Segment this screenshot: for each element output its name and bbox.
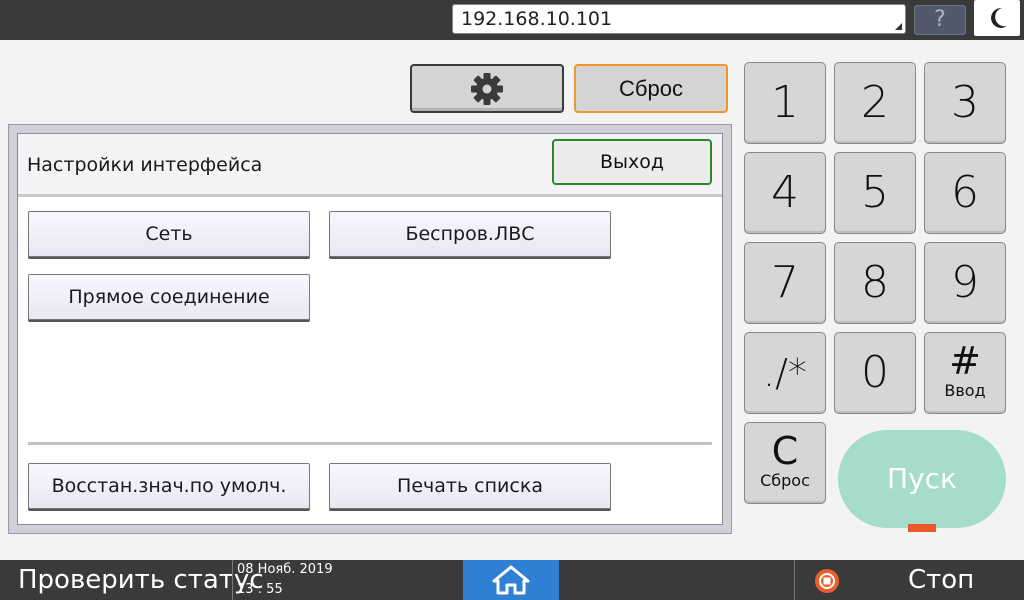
key-9[interactable]: 9 bbox=[924, 242, 1006, 324]
resize-corner-icon bbox=[895, 23, 902, 30]
settings-panel: Настройки интерфейса Выход Сеть Беспров.… bbox=[8, 124, 732, 534]
key-7[interactable]: 7 bbox=[744, 242, 826, 324]
enter-label: Ввод bbox=[944, 381, 986, 400]
key-label: 0 bbox=[861, 347, 889, 398]
bottom-bar: Проверить статус 08 Нояб. 2019 13 : 55 С… bbox=[0, 560, 1024, 600]
ip-address-text: 192.168.10.101 bbox=[461, 8, 613, 30]
divider bbox=[28, 442, 712, 445]
date-text: 08 Нояб. 2019 bbox=[237, 562, 333, 577]
date-time: 08 Нояб. 2019 13 : 55 bbox=[232, 560, 462, 600]
help-button[interactable]: ? bbox=[914, 5, 966, 35]
stop-icon bbox=[815, 569, 839, 593]
clear-symbol: C bbox=[771, 429, 799, 473]
key-enter[interactable]: # Ввод bbox=[924, 332, 1006, 414]
time-text: 13 : 55 bbox=[237, 582, 283, 597]
start-button[interactable]: Пуск bbox=[838, 430, 1006, 528]
key-8[interactable]: 8 bbox=[834, 242, 916, 324]
energy-saver-button[interactable] bbox=[974, 0, 1020, 36]
home-button[interactable] bbox=[463, 560, 559, 600]
gear-icon bbox=[471, 73, 503, 105]
start-indicator bbox=[908, 524, 936, 532]
separator bbox=[794, 560, 795, 600]
stop-button[interactable]: Стоп bbox=[908, 560, 974, 600]
key-3[interactable]: 3 bbox=[924, 62, 1006, 144]
ip-address-field[interactable]: 192.168.10.101 bbox=[452, 4, 906, 34]
exit-button[interactable]: Выход bbox=[552, 139, 712, 185]
restore-defaults-button[interactable]: Восстан.знач.по умолч. bbox=[28, 463, 310, 509]
key-label: 7 bbox=[771, 257, 799, 308]
check-status-button[interactable]: Проверить статус bbox=[18, 560, 264, 600]
home-icon bbox=[492, 565, 530, 595]
key-0[interactable]: 0 bbox=[834, 332, 916, 414]
hash-symbol: # bbox=[949, 339, 981, 383]
key-2[interactable]: 2 bbox=[834, 62, 916, 144]
key-label: ./* bbox=[763, 351, 807, 395]
reset-button[interactable]: Сброс bbox=[574, 64, 728, 113]
key-dot-star[interactable]: ./* bbox=[744, 332, 826, 414]
key-label: 2 bbox=[861, 77, 889, 128]
key-label: 8 bbox=[861, 257, 889, 308]
key-label: 9 bbox=[951, 257, 979, 308]
key-clear[interactable]: C Сброс bbox=[744, 422, 826, 504]
key-label: 5 bbox=[861, 167, 889, 218]
key-label: 6 bbox=[951, 167, 979, 218]
moon-icon bbox=[991, 7, 1007, 28]
direct-connection-button[interactable]: Прямое соединение bbox=[28, 274, 310, 320]
settings-button[interactable] bbox=[410, 64, 564, 113]
print-list-button[interactable]: Печать списка bbox=[329, 463, 611, 509]
top-bar: 192.168.10.101 ? bbox=[0, 0, 1024, 40]
key-5[interactable]: 5 bbox=[834, 152, 916, 234]
network-button[interactable]: Сеть bbox=[28, 211, 310, 257]
panel-header: Настройки интерфейса Выход bbox=[18, 134, 722, 197]
key-6[interactable]: 6 bbox=[924, 152, 1006, 234]
key-label: 3 bbox=[951, 77, 979, 128]
key-label: 4 bbox=[771, 167, 799, 218]
clear-label: Сброс bbox=[760, 471, 810, 490]
panel-title: Настройки интерфейса bbox=[27, 154, 263, 176]
wireless-lan-button[interactable]: Беспров.ЛВС bbox=[329, 211, 611, 257]
key-label: 1 bbox=[771, 77, 799, 128]
key-4[interactable]: 4 bbox=[744, 152, 826, 234]
panel-content: Настройки интерфейса Выход Сеть Беспров.… bbox=[17, 133, 723, 525]
key-1[interactable]: 1 bbox=[744, 62, 826, 144]
